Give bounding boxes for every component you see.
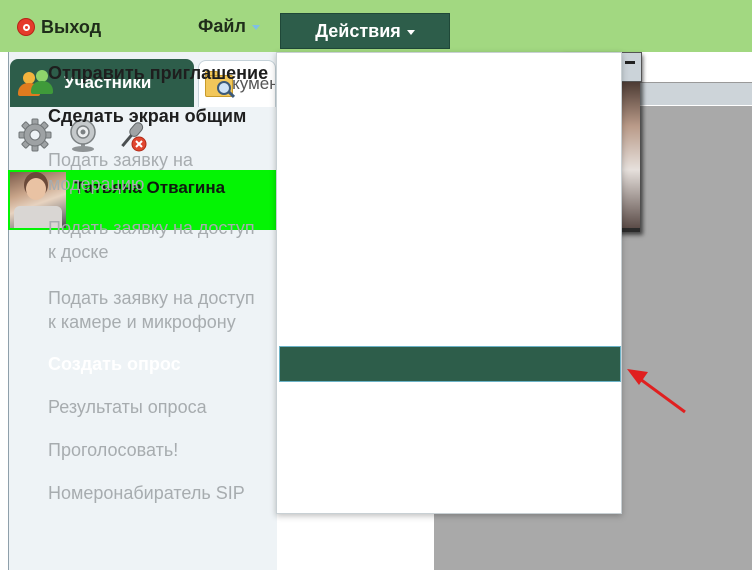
- minimize-icon[interactable]: [625, 61, 635, 64]
- menu-item-line: к доске: [48, 242, 109, 262]
- menu-item-line: модерацию: [48, 174, 145, 194]
- menu-file[interactable]: Файл: [198, 16, 260, 37]
- menu-actions[interactable]: Действия: [280, 13, 450, 49]
- menu-file-label: Файл: [198, 16, 246, 36]
- exit-label: Выход: [41, 16, 102, 37]
- gear-icon[interactable]: [18, 118, 52, 152]
- menu-item-share-screen[interactable]: Сделать экран общим: [48, 104, 246, 128]
- menu-item-request-board-access[interactable]: Подать заявку на доступ к доске: [48, 216, 255, 264]
- menu-item-request-camera-mic[interactable]: Подать заявку на доступ к камере и микро…: [48, 286, 255, 334]
- menu-item-line: к камере и микрофону: [48, 312, 236, 332]
- menu-item-sip-dialer[interactable]: Номеронабиратель SIP: [48, 481, 245, 505]
- menu-item-highlight: [279, 346, 621, 382]
- menu-actions-label: Действия: [315, 20, 401, 41]
- exit-button[interactable]: Выход: [18, 16, 101, 38]
- menu-item-request-moderation[interactable]: Подать заявку на модерацию: [48, 148, 193, 196]
- menu-item-poll-results[interactable]: Результаты опроса: [48, 395, 207, 419]
- actions-dropdown: [276, 52, 622, 514]
- menu-item-vote[interactable]: Проголосовать!: [48, 438, 178, 462]
- chevron-down-icon: [406, 29, 415, 35]
- video-feed: [620, 82, 640, 228]
- menu-item-line: Подать заявку на: [48, 150, 193, 170]
- exit-icon: [18, 19, 34, 35]
- menu-item-line: Подать заявку на доступ: [48, 218, 255, 238]
- chevron-down-icon: [251, 25, 260, 30]
- menu-item-line: Подать заявку на доступ: [48, 288, 255, 308]
- menu-item-create-poll[interactable]: Создать опрос: [48, 352, 181, 376]
- menu-item-send-invitation[interactable]: Отправить приглашение: [48, 61, 268, 85]
